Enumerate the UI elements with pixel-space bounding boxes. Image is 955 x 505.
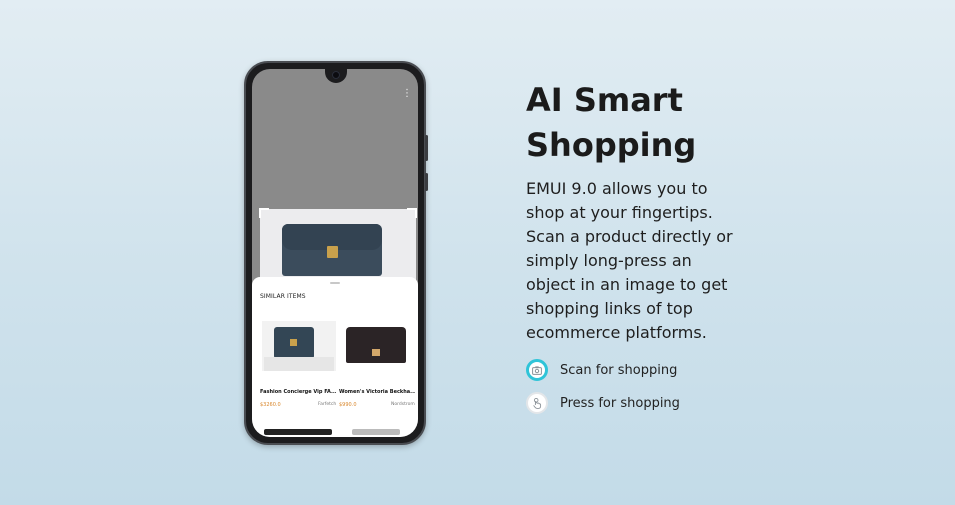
next-product-peek	[352, 429, 400, 435]
volume-button	[425, 135, 428, 161]
product-store: Nordstrom	[391, 402, 415, 407]
product-price: $990.0	[339, 402, 357, 408]
product-name[interactable]: Fashion Concierge Vip FA...	[260, 389, 336, 395]
sheet-title: SIMILAR ITEMS	[260, 293, 306, 300]
more-options-icon[interactable]: ⋮	[402, 89, 412, 99]
viewfinder-corner	[259, 208, 269, 218]
product-image[interactable]	[262, 321, 336, 371]
viewfinder-corner	[407, 208, 417, 218]
product-store: Farfetch	[318, 402, 337, 407]
title-line: AI Smart	[526, 81, 683, 119]
scanned-handbag-image	[282, 224, 382, 276]
next-product-peek	[264, 429, 332, 435]
press-for-shopping-option[interactable]: Press for shopping	[526, 389, 680, 417]
sheet-drag-handle[interactable]	[330, 282, 340, 284]
feature-label[interactable]: Scan for shopping	[560, 363, 677, 378]
phone-mockup: ⋮ SIMILAR ITEMS Fashion Concierge Vip FA…	[244, 61, 428, 445]
feature-label[interactable]: Press for shopping	[560, 396, 680, 411]
title-line: Shopping	[526, 126, 697, 164]
power-button	[425, 173, 428, 191]
product-price: $3260.0	[260, 402, 281, 408]
similar-items-sheet[interactable]: SIMILAR ITEMS Fashion Concierge Vip FA..…	[252, 277, 418, 437]
camera-icon[interactable]	[526, 359, 548, 381]
hand-press-icon[interactable]	[526, 392, 548, 414]
phone-screen: ⋮ SIMILAR ITEMS Fashion Concierge Vip FA…	[252, 69, 418, 437]
front-camera-icon	[332, 71, 340, 79]
feature-description: EMUI 9.0 allows you to shop at your fing…	[526, 179, 733, 342]
product-name[interactable]: Women's Victoria Beckha...	[339, 389, 415, 395]
product-image[interactable]	[338, 321, 412, 371]
page-title: AI Smart Shopping	[526, 78, 786, 168]
notch	[325, 69, 347, 83]
scan-for-shopping-option[interactable]: Scan for shopping	[526, 356, 677, 384]
